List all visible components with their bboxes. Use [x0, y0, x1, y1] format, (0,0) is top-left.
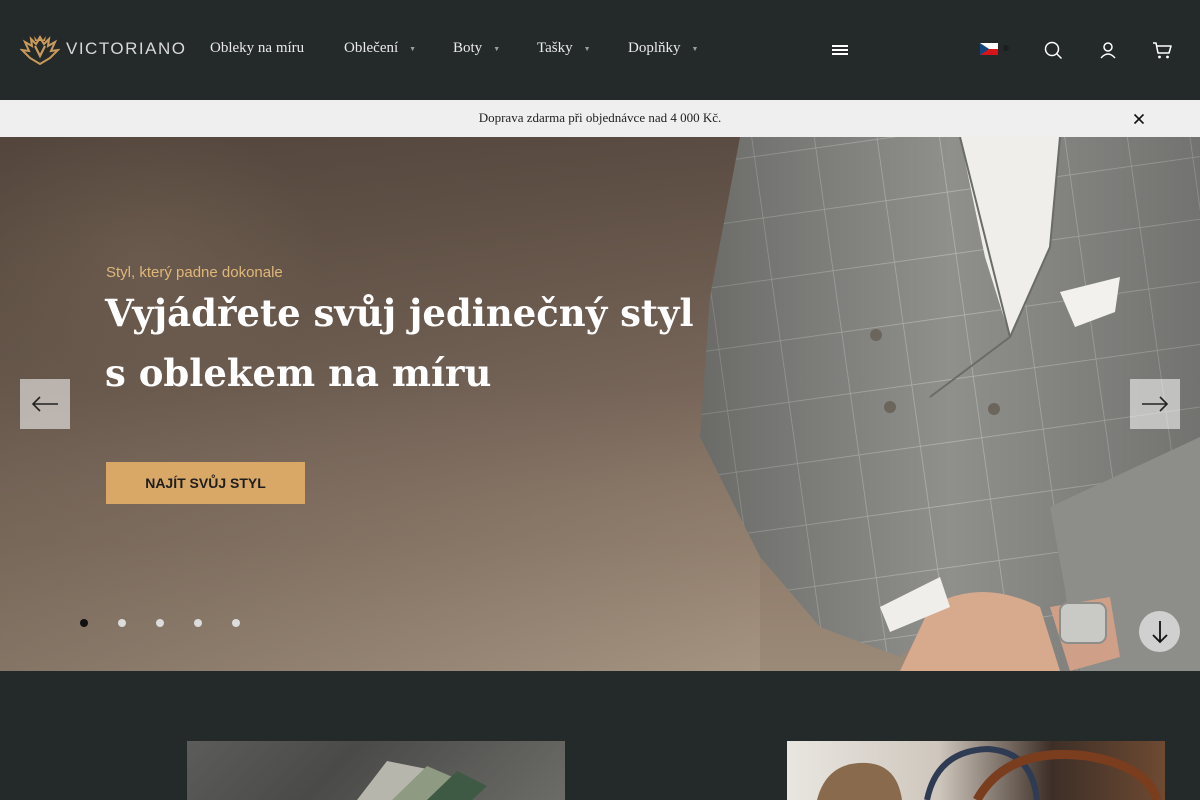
nav-item-label: Oblečení [344, 40, 399, 56]
scroll-down-button[interactable] [1139, 611, 1180, 652]
hero-overlay [0, 137, 760, 671]
slide-dot-5[interactable] [232, 619, 240, 627]
nav-item-boty[interactable]: Boty ▼ [453, 40, 537, 57]
nav-item-doplnky[interactable]: Doplňky ▼ [628, 40, 698, 57]
slide-dot-3[interactable] [156, 619, 164, 627]
slider-dots [80, 619, 270, 627]
site-header: VICTORIANO Obleky na míru Oblečení ▼ Bot… [0, 0, 1200, 100]
find-style-button[interactable]: NAJÍT SVŮJ STYL [106, 462, 305, 504]
arrow-right-icon [1142, 396, 1169, 412]
announcement-bar: Doprava zdarma při objednávce nad 4 000 … [0, 100, 1200, 137]
logo-crest-icon [20, 35, 60, 66]
chevron-down-icon: ▼ [691, 44, 699, 53]
nav-item-tasky[interactable]: Tašky ▼ [537, 40, 628, 57]
nav-item-label: Doplňky [628, 40, 681, 56]
search-icon[interactable] [1043, 40, 1063, 60]
close-icon[interactable] [1133, 113, 1145, 125]
nav-item-obleky-na-miru[interactable]: Obleky na míru [210, 40, 344, 57]
czech-flag-icon[interactable] [980, 43, 998, 55]
language-dropdown-indicator [1003, 45, 1009, 51]
account-icon[interactable] [1098, 40, 1118, 60]
announcement-text: Doprava zdarma při objednávce nad 4 000 … [478, 110, 722, 125]
slide-dot-2[interactable] [118, 619, 126, 627]
hero-title: Vyjádřete svůj jedinečný styl s oblekem … [105, 283, 705, 403]
prev-slide-button[interactable] [20, 379, 70, 429]
category-card-clothing[interactable] [187, 741, 565, 800]
main-nav: Obleky na míru Oblečení ▼ Boty ▼ Tašky ▼… [210, 40, 698, 57]
cart-icon[interactable] [1152, 40, 1172, 60]
nav-item-obleceni[interactable]: Oblečení ▼ [344, 40, 453, 57]
category-card-image [357, 761, 487, 800]
next-slide-button[interactable] [1130, 379, 1180, 429]
chevron-down-icon: ▼ [583, 44, 591, 53]
hero-title-line: s oblekem na míru [105, 351, 492, 395]
nav-item-label: Obleky na míru [210, 40, 305, 56]
nav-item-label: Tašky [537, 40, 573, 56]
chevron-down-icon: ▼ [409, 44, 417, 53]
chevron-down-icon: ▼ [493, 44, 501, 53]
hero-slider: Styl, který padne dokonale Vyjádřete svů… [0, 137, 1200, 671]
hero-subtitle: Styl, který padne dokonale [106, 264, 283, 281]
nav-item-label: Boty [453, 40, 483, 56]
arrow-down-icon [1151, 620, 1168, 643]
slide-dot-1[interactable] [80, 619, 88, 627]
category-card-image [817, 745, 1162, 800]
category-card-bags[interactable] [787, 741, 1165, 800]
logo-text: VICTORIANO [66, 39, 187, 58]
slide-dot-4[interactable] [194, 619, 202, 627]
arrow-left-icon [31, 396, 58, 412]
logo[interactable]: VICTORIANO [20, 32, 186, 66]
hero-title-line: Vyjádřete svůj jedinečný styl [105, 291, 694, 335]
menu-icon[interactable] [832, 45, 848, 55]
